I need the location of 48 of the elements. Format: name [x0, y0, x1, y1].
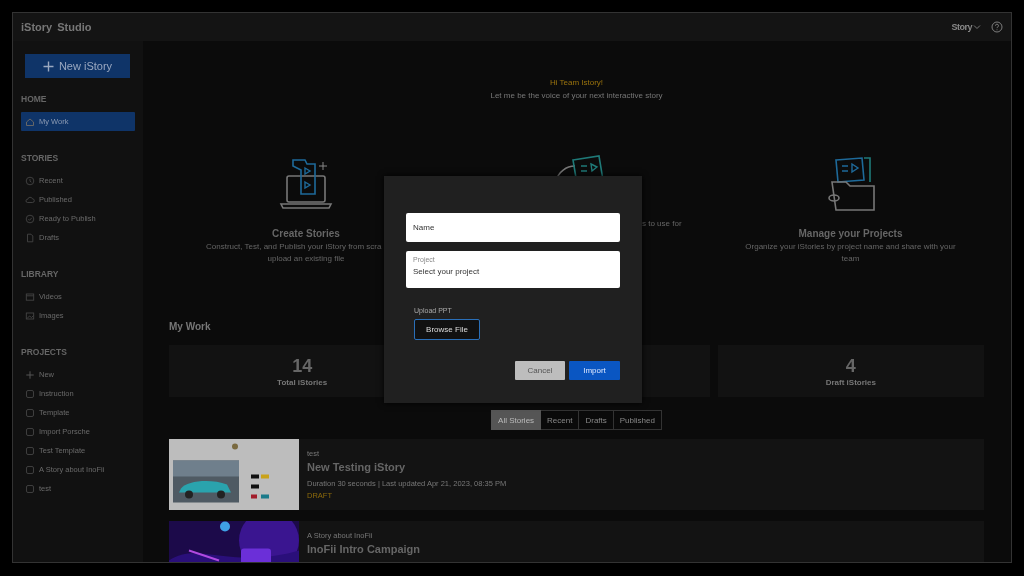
- square-icon: [25, 464, 35, 475]
- square-icon: [25, 483, 35, 494]
- section-heading: LIBRARY: [21, 269, 60, 279]
- feature-description: Organize your iStories by project name and share with your: [745, 241, 956, 253]
- stat-value: 14: [292, 355, 313, 376]
- cloud-icon: [25, 194, 35, 205]
- plus-icon: [25, 369, 35, 380]
- video-icon: [25, 291, 35, 302]
- home-icon: [25, 116, 35, 127]
- feature-title: Create Stories: [272, 228, 340, 239]
- browse-file-button[interactable]: Browse File: [414, 319, 480, 340]
- section-heading: STORIES: [21, 153, 60, 163]
- check-circle-icon: [25, 213, 35, 224]
- feature-description: team: [841, 253, 860, 265]
- section-title: My Work: [169, 321, 211, 332]
- tagline-text: Let me be the voice of your next interactive story: [489, 90, 664, 102]
- plus-icon: [42, 60, 54, 72]
- name-field[interactable]: Name: [406, 213, 620, 242]
- new-istory-button[interactable]: New iStory: [25, 54, 130, 78]
- cancel-button[interactable]: Cancel: [515, 361, 565, 380]
- document-icon: [25, 232, 35, 243]
- section-heading: HOME: [21, 94, 48, 104]
- stat-label: Draft iStories: [825, 377, 876, 387]
- help-icon[interactable]: [991, 21, 1003, 33]
- clock-icon: [25, 175, 35, 186]
- greeting-text: Hi Team Istory!: [548, 77, 605, 89]
- account-menu[interactable]: Story: [951, 22, 981, 32]
- stat-label: Total iStories: [277, 377, 328, 387]
- section-heading: PROJECTS: [21, 347, 68, 357]
- story-title: InoFii Intro Campaign: [307, 543, 421, 555]
- feature-title: Manage your Projects: [798, 228, 903, 239]
- filter-tab[interactable]: Recent: [541, 410, 580, 430]
- filter-tab[interactable]: All Stories: [491, 410, 542, 430]
- import-button[interactable]: Import: [569, 361, 620, 380]
- feature-description: Construct, Test, and Publish your iStory from scra: [205, 241, 382, 253]
- square-icon: [25, 445, 35, 456]
- filter-tab[interactable]: Published: [613, 410, 662, 430]
- square-icon: [25, 407, 35, 418]
- stat-value: 4: [845, 355, 856, 376]
- app-title: Studio: [57, 21, 92, 33]
- filter-tab[interactable]: Drafts: [579, 410, 614, 430]
- image-icon: [25, 310, 35, 321]
- feature-description: upload an existing file: [267, 253, 345, 265]
- square-icon: [25, 426, 35, 437]
- app-logo: iStory: [21, 21, 53, 33]
- story-title: New Testing iStory: [307, 461, 407, 473]
- chevron-down-icon: [973, 24, 981, 30]
- square-icon: [25, 388, 35, 399]
